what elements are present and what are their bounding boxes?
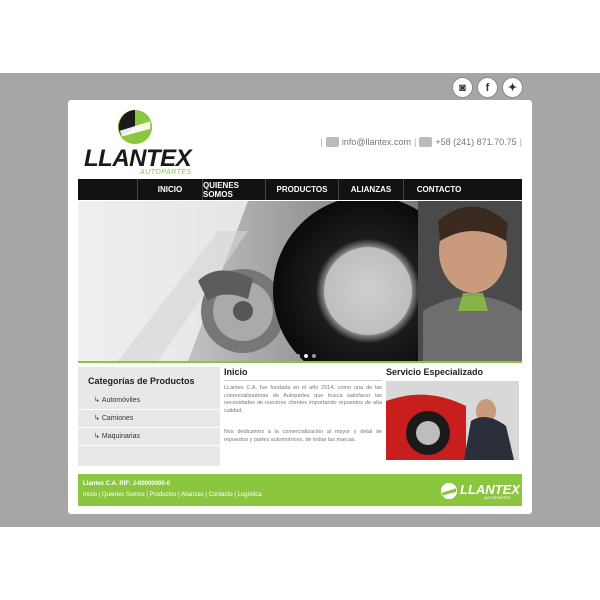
nav-inicio[interactable]: INICIO xyxy=(138,179,203,200)
intro-paragraph-1: LLantex C.A. fue fundada en el año 2014,… xyxy=(224,385,382,414)
slider-dot[interactable] xyxy=(296,354,300,358)
footer-brand-tagline: AUTOPARTES xyxy=(484,495,511,500)
service-image[interactable] xyxy=(386,381,519,460)
site-logo[interactable]: LLANTEX AUTOPARTES xyxy=(84,108,194,178)
nav-quienes-somos[interactable]: QUIENES SOMOS xyxy=(203,179,266,200)
social-links: ◙ f ✦ xyxy=(452,77,523,98)
sidebar-categories: Categorías de Productos ↳ Automóviles ↳ Ca… xyxy=(78,367,220,466)
footer-links[interactable]: Inicio | Quienes Somos | Productos | Ali… xyxy=(83,492,262,498)
mail-icon xyxy=(325,137,339,147)
nav-contacto[interactable]: CONTACTO xyxy=(404,179,474,200)
footer-logo[interactable]: LLANTEX AUTOPARTES xyxy=(440,480,520,502)
arrow-icon: ↳ xyxy=(94,397,100,404)
footer-logo-mark-icon xyxy=(440,482,458,500)
phone-icon xyxy=(419,137,433,147)
intro-section: Inicio LLantex C.A. fue fundada en el añ… xyxy=(224,367,382,444)
facebook-icon[interactable]: f xyxy=(477,77,498,98)
brand-tagline: AUTOPARTES xyxy=(140,169,192,176)
slider-dot[interactable] xyxy=(312,354,316,358)
site-footer: Llantex C.A. RIF: J-00000000-0 Inicio | … xyxy=(78,474,522,506)
category-maquinarias[interactable]: ↳ Maquinarias xyxy=(78,428,220,446)
hero-image xyxy=(78,201,522,361)
contact-email[interactable]: info@llantex.com xyxy=(342,137,411,147)
nav-spacer xyxy=(78,179,138,200)
service-section: Servicio Especializado xyxy=(386,367,522,460)
intro-paragraph-2: Nos dedicamos a la comercialización al m… xyxy=(224,429,382,443)
logo-mark-icon xyxy=(117,109,153,145)
category-list: ↳ Automóviles ↳ Camiones ↳ Maquinarias xyxy=(78,392,220,446)
contact-phone: +58 (241) 871.70.75 xyxy=(435,137,517,147)
arrow-icon: ↳ xyxy=(94,433,100,440)
instagram-icon[interactable]: ◙ xyxy=(452,77,473,98)
nav-productos[interactable]: PRODUCTOS xyxy=(266,179,339,200)
slider-dot-active[interactable] xyxy=(304,354,308,358)
slider-dots xyxy=(296,354,316,358)
twitter-icon[interactable]: ✦ xyxy=(502,77,523,98)
accent-divider xyxy=(78,361,522,363)
category-camiones[interactable]: ↳ Camiones xyxy=(78,410,220,428)
category-automoviles[interactable]: ↳ Automóviles xyxy=(78,392,220,410)
contact-bar: | info@llantex.com | +58 (241) 871.70.75… xyxy=(320,137,522,147)
nav-alianzas[interactable]: ALIANZAS xyxy=(339,179,404,200)
main-nav: INICIO QUIENES SOMOS PRODUCTOS ALIANZAS … xyxy=(78,179,522,200)
sidebar-title: Categorías de Productos xyxy=(88,376,195,386)
service-title: Servicio Especializado xyxy=(386,367,484,377)
hero-slider[interactable] xyxy=(78,201,522,361)
divider xyxy=(224,380,382,381)
intro-title: Inicio xyxy=(224,367,248,377)
footer-company: Llantex C.A. RIF: J-00000000-0 xyxy=(83,481,171,487)
arrow-icon: ↳ xyxy=(94,415,100,422)
